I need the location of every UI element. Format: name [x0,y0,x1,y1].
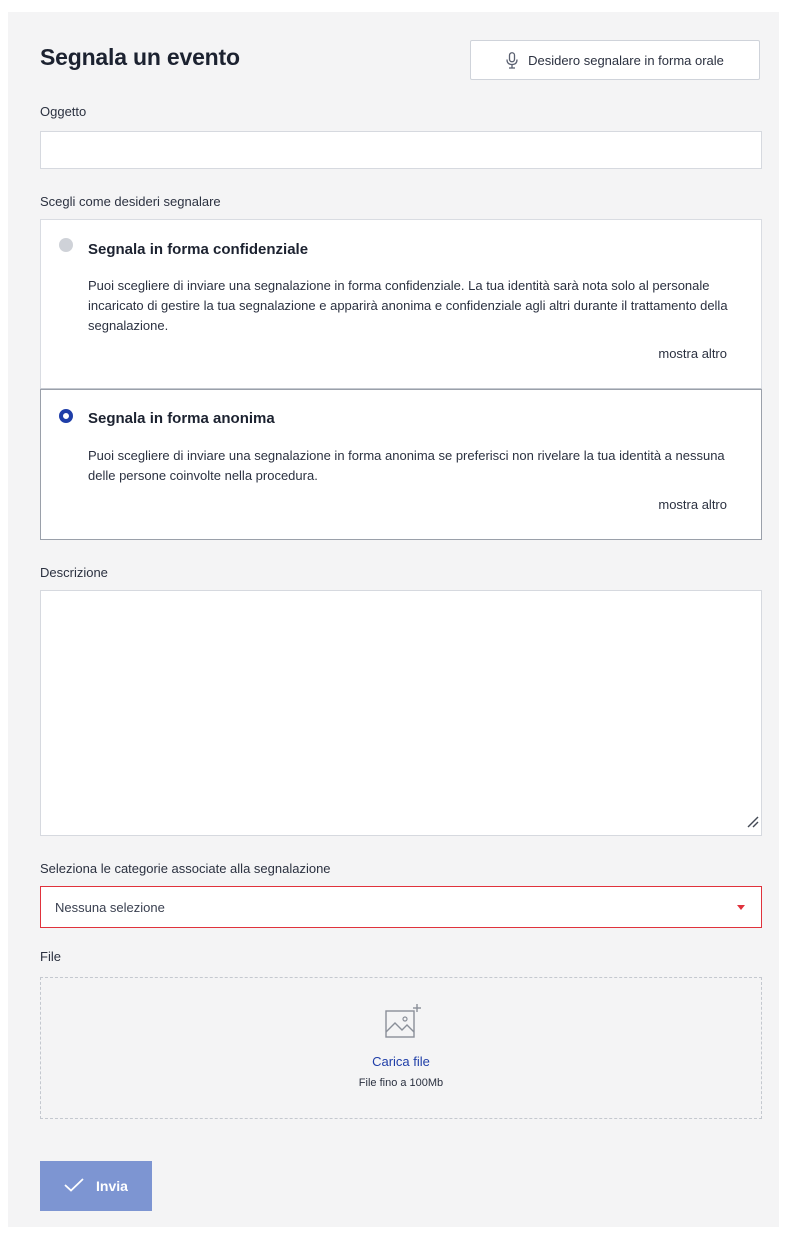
option-confidential-title: Segnala in forma confidenziale [88,241,309,258]
description-textarea[interactable] [40,590,762,836]
option-anonymous[interactable]: Segnala in forma anonima Puoi scegliere … [40,389,762,540]
report-mode-label: Scegli come desideri segnalare [40,194,221,209]
submit-button-label: Invia [96,1178,128,1194]
checkmark-icon [64,1177,84,1195]
file-dropzone[interactable]: Carica file File fino a 100Mb [40,977,762,1119]
subject-input[interactable] [40,131,762,169]
categories-label: Seleziona le categorie associate alla se… [40,861,331,876]
image-add-icon [383,1002,423,1047]
option-anonymous-title: Segnala in forma anonima [88,410,275,427]
categories-select[interactable]: Nessuna selezione [40,886,762,928]
option-confidential[interactable]: Segnala in forma confidenziale Puoi sceg… [40,219,762,389]
page-title: Segnala un evento [40,44,240,70]
upload-file-link[interactable]: Carica file [41,1054,761,1069]
submit-button[interactable]: Invia [40,1161,152,1211]
option-confidential-description: Puoi scegliere di inviare una segnalazio… [88,278,728,333]
radio-anonymous[interactable] [59,409,73,423]
oral-report-button-label: Desidero segnalare in forma orale [528,52,724,68]
categories-select-value: Nessuna selezione [55,900,165,915]
option-anonymous-description: Puoi scegliere di inviare una segnalazio… [88,448,725,483]
radio-confidential[interactable] [59,238,73,252]
show-more-confidential-link[interactable]: mostra altro [658,346,727,361]
show-more-anonymous-link[interactable]: mostra altro [658,497,727,512]
file-size-hint: File fino a 100Mb [358,1077,444,1089]
description-label: Descrizione [40,565,108,580]
oral-report-button[interactable]: Desidero segnalare in forma orale [470,40,760,80]
caret-down-icon [737,905,745,910]
resize-handle-icon[interactable] [745,814,759,833]
file-label: File [40,949,61,964]
microphone-icon [506,51,518,69]
subject-label: Oggetto [40,104,87,119]
